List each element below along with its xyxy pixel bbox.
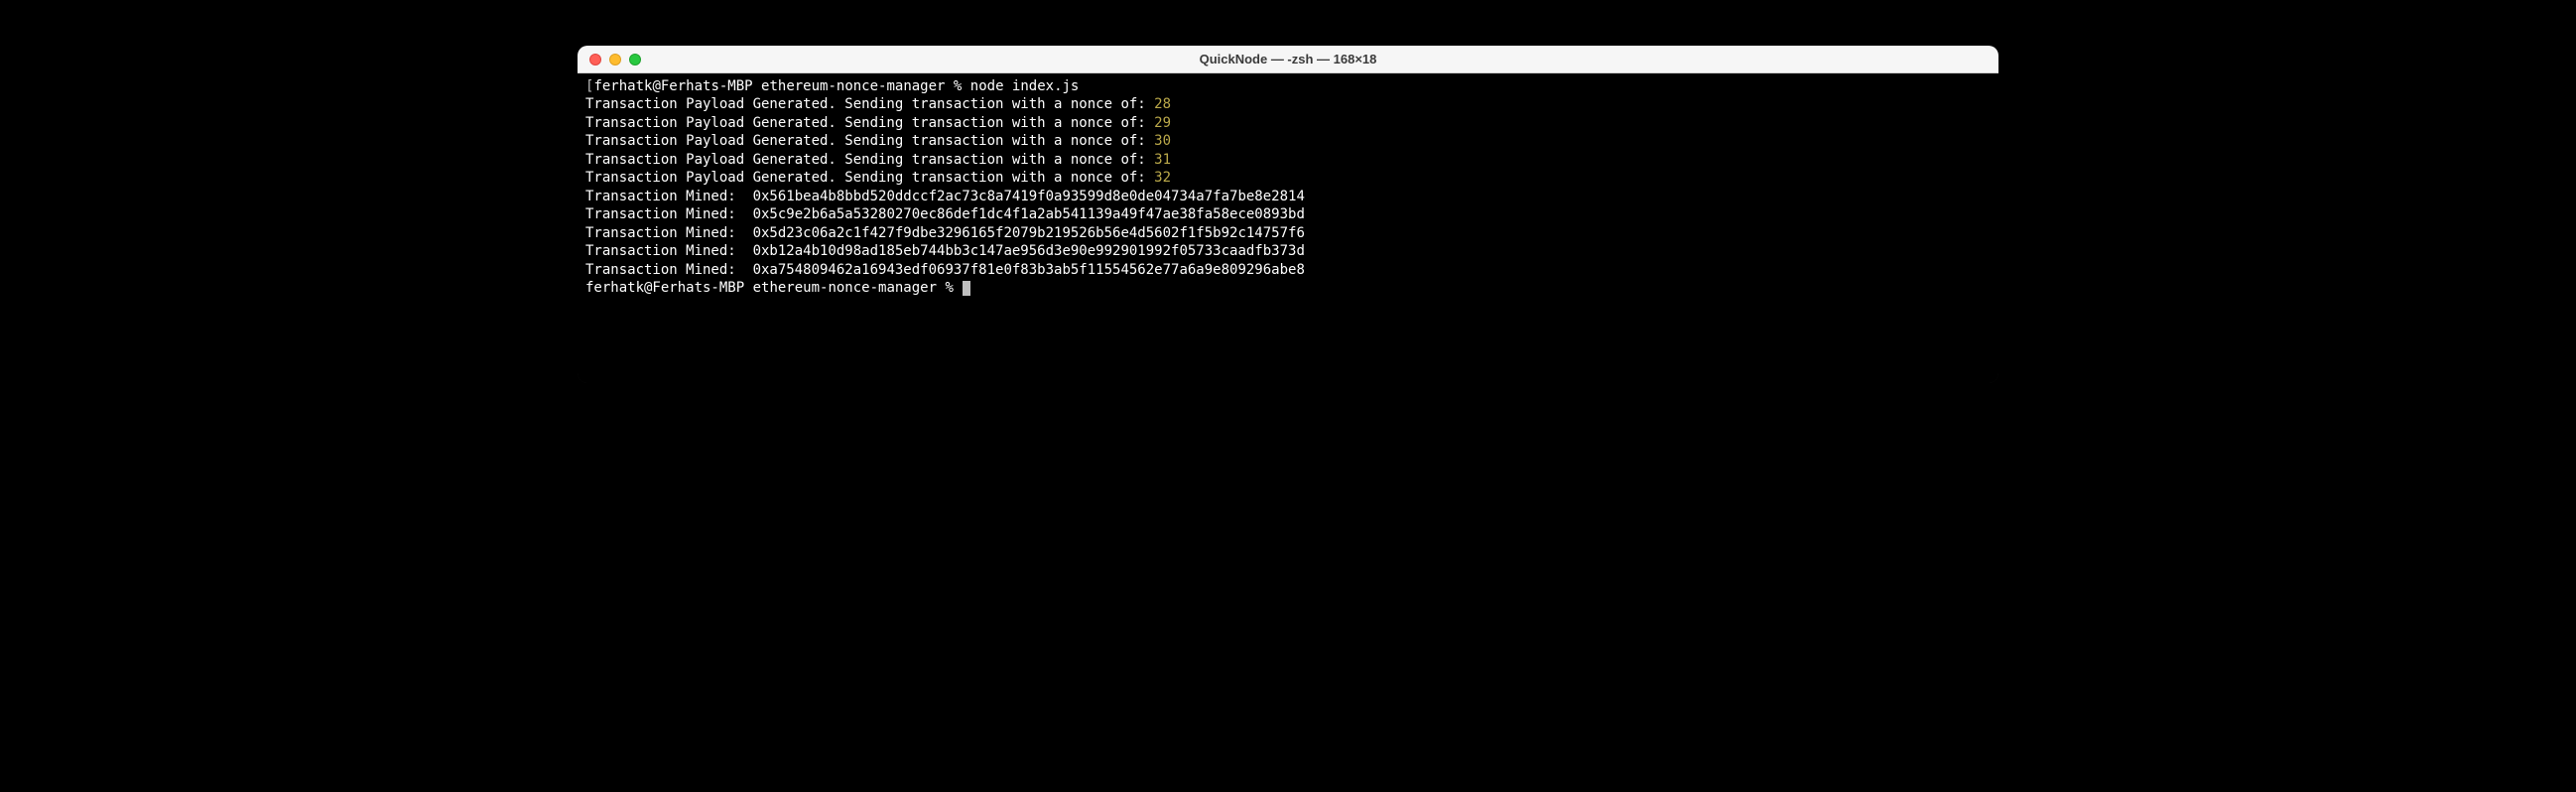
nonce-value: 30 <box>1154 133 1171 149</box>
tx-hash: 0xa754809462a16943edf06937f81e0f83b3ab5f… <box>753 262 1305 278</box>
tx-hash: 0x5c9e2b6a5a53280270ec86def1dc4f1a2ab541… <box>753 206 1305 222</box>
tx-hash: 0xb12a4b10d98ad185eb744bb3c147ae956d3e90… <box>753 243 1305 259</box>
payload-line: Transaction Payload Generated. Sending t… <box>585 114 1991 132</box>
mined-line: Transaction Mined: 0x5d23c06a2c1f427f9db… <box>585 224 1991 242</box>
prompt-directory: ethereum-nonce-manager <box>753 280 937 296</box>
prompt-symbol: % <box>954 78 962 94</box>
tx-hash: 0x5d23c06a2c1f427f9dbe3296165f2079b21952… <box>753 225 1305 241</box>
minimize-icon[interactable] <box>609 54 621 66</box>
maximize-icon[interactable] <box>629 54 641 66</box>
nonce-value: 28 <box>1154 96 1171 112</box>
nonce-value: 29 <box>1154 115 1171 131</box>
payload-prefix: Transaction Payload Generated. Sending t… <box>585 152 1146 168</box>
payload-prefix: Transaction Payload Generated. Sending t… <box>585 115 1146 131</box>
mined-line: Transaction Mined: 0xb12a4b10d98ad185eb7… <box>585 242 1991 260</box>
prompt-line: ferhatk@Ferhats-MBP ethereum-nonce-manag… <box>585 279 1991 297</box>
prompt-line: [ferhatk@Ferhats-MBP ethereum-nonce-mana… <box>585 77 1991 95</box>
payload-prefix: Transaction Payload Generated. Sending t… <box>585 133 1146 149</box>
prompt-user-host: ferhatk@Ferhats-MBP <box>593 78 752 94</box>
mined-line: Transaction Mined: 0xa754809462a16943edf… <box>585 261 1991 279</box>
titlebar: QuickNode — -zsh — 168×18 <box>578 46 1998 73</box>
mined-line: Transaction Mined: 0x561bea4b8bbd520ddcc… <box>585 188 1991 205</box>
mined-prefix: Transaction Mined: <box>585 206 736 222</box>
mined-prefix: Transaction Mined: <box>585 189 736 204</box>
payload-prefix: Transaction Payload Generated. Sending t… <box>585 170 1146 186</box>
prompt-symbol: % <box>945 280 953 296</box>
payload-line: Transaction Payload Generated. Sending t… <box>585 95 1991 113</box>
mined-prefix: Transaction Mined: <box>585 225 736 241</box>
mined-prefix: Transaction Mined: <box>585 243 736 259</box>
traffic-lights <box>578 54 641 66</box>
command-text: node index.js <box>970 78 1080 94</box>
payload-line: Transaction Payload Generated. Sending t… <box>585 169 1991 187</box>
prompt-user-host: ferhatk@Ferhats-MBP <box>585 280 744 296</box>
payload-prefix: Transaction Payload Generated. Sending t… <box>585 96 1146 112</box>
prompt-directory: ethereum-nonce-manager <box>761 78 945 94</box>
nonce-value: 31 <box>1154 152 1171 168</box>
cursor-icon <box>963 281 970 296</box>
mined-prefix: Transaction Mined: <box>585 262 736 278</box>
terminal-body[interactable]: [ferhatk@Ferhats-MBP ethereum-nonce-mana… <box>578 73 1998 383</box>
terminal-window: QuickNode — -zsh — 168×18 [ferhatk@Ferha… <box>578 46 1998 383</box>
payload-line: Transaction Payload Generated. Sending t… <box>585 132 1991 150</box>
payload-line: Transaction Payload Generated. Sending t… <box>585 151 1991 169</box>
mined-line: Transaction Mined: 0x5c9e2b6a5a53280270e… <box>585 205 1991 223</box>
close-icon[interactable] <box>589 54 601 66</box>
window-title: QuickNode — -zsh — 168×18 <box>578 52 1998 66</box>
tx-hash: 0x561bea4b8bbd520ddccf2ac73c8a7419f0a935… <box>753 189 1305 204</box>
nonce-value: 32 <box>1154 170 1171 186</box>
